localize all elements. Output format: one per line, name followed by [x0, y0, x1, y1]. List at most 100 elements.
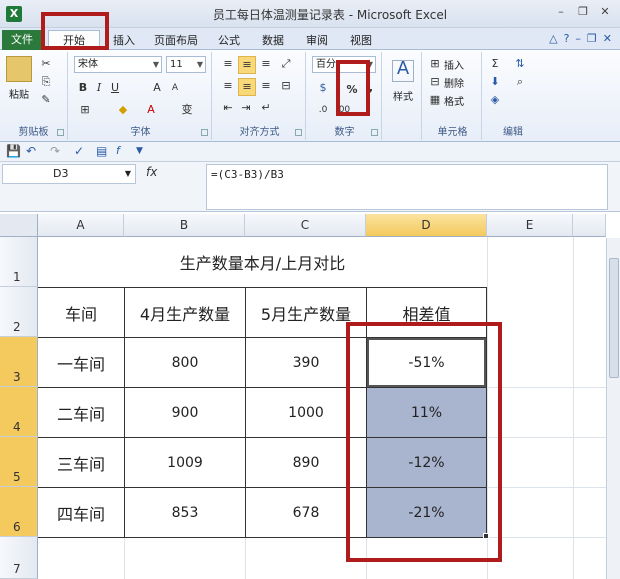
paste-button[interactable]: 粘贴 [4, 86, 34, 101]
header-workshop[interactable]: 车间 [38, 288, 124, 337]
bold-button[interactable]: B [76, 80, 90, 96]
cell-a5[interactable]: 三车间 [38, 438, 124, 487]
clear-icon[interactable]: ◈ [488, 92, 502, 108]
row-header-6[interactable]: 6 [0, 487, 38, 537]
styles-button[interactable]: 样式 [388, 88, 418, 103]
font-size-combo[interactable]: 11 ▼ [166, 56, 206, 73]
alignment-launcher-icon[interactable] [295, 129, 302, 136]
insert-cells-button[interactable]: 插入 [444, 57, 472, 72]
redo-icon[interactable]: ↷ [50, 144, 60, 158]
row-header-7[interactable]: 7 [0, 537, 38, 579]
phonetic-button[interactable]: 变 [178, 102, 196, 118]
name-box[interactable]: D3 ▼ [2, 164, 136, 184]
fill-icon[interactable]: ⬇ [488, 74, 502, 90]
cell-a4[interactable]: 二车间 [38, 388, 124, 437]
tab-view[interactable]: 视图 [344, 31, 378, 50]
tab-review[interactable]: 审阅 [300, 31, 334, 50]
cell-b3[interactable]: 800 [125, 338, 245, 387]
increase-decimal-icon[interactable]: .0 [314, 102, 332, 118]
format-cells-icon[interactable]: ▦ [428, 92, 442, 108]
undo-icon[interactable]: ↶ [26, 144, 36, 158]
save-icon[interactable]: 💾 [6, 144, 21, 158]
column-header-e[interactable]: E [487, 214, 573, 237]
doc-minimize-icon[interactable]: – [575, 32, 581, 45]
column-header-f[interactable] [573, 214, 606, 237]
scroll-thumb[interactable] [609, 258, 619, 378]
border-icon[interactable]: ⊞ [76, 102, 94, 118]
shrink-font-button[interactable]: A [168, 80, 182, 96]
copy-icon[interactable]: ⎘ [38, 74, 54, 90]
italic-button[interactable]: I [92, 80, 106, 96]
header-april[interactable]: 4月生产数量 [125, 288, 245, 337]
formula-input[interactable]: =(C3-B3)/B3 [206, 164, 608, 210]
align-right-icon[interactable]: ≡ [258, 78, 274, 94]
close-icon[interactable]: ✕ [596, 4, 614, 20]
spell-check-icon[interactable]: ✓ [74, 144, 84, 158]
tab-insert[interactable]: 插入 [106, 31, 142, 50]
row-header-4[interactable]: 4 [0, 387, 38, 437]
vertical-scrollbar[interactable] [606, 238, 620, 579]
tab-formulas[interactable]: 公式 [212, 31, 246, 50]
row-header-5[interactable]: 5 [0, 437, 38, 487]
column-header-b[interactable]: B [124, 214, 245, 237]
insert-function-icon[interactable]: fx [146, 165, 157, 179]
fill-color-icon[interactable]: ◆ [114, 102, 132, 118]
print-preview-icon[interactable]: ▤ [96, 144, 107, 158]
cell-a6[interactable]: 四车间 [38, 488, 124, 537]
cut-icon[interactable]: ✂ [38, 56, 54, 72]
minimize-icon[interactable]: – [552, 4, 570, 20]
tab-data[interactable]: 数据 [256, 31, 290, 50]
collapse-ribbon-icon[interactable]: △ [549, 32, 557, 45]
align-bottom-icon[interactable]: ≡ [258, 56, 274, 72]
font-color-icon[interactable]: A [142, 102, 160, 118]
column-header-a[interactable]: A [38, 214, 124, 237]
help-icon[interactable]: ? [564, 32, 570, 45]
increase-indent-icon[interactable]: ⇥ [238, 100, 254, 116]
column-header-d[interactable]: D [366, 214, 487, 237]
column-header-c[interactable]: C [245, 214, 366, 237]
decrease-indent-icon[interactable]: ⇤ [220, 100, 236, 116]
cell-a3[interactable]: 一车间 [38, 338, 124, 387]
orientation-icon[interactable]: ⤢ [278, 56, 294, 72]
merge-center-icon[interactable]: ⊟ [278, 78, 294, 94]
editing-group: Σ ⇅ ⬇ ⌕ ◈ 编辑 [484, 52, 542, 140]
delete-cells-button[interactable]: 删除 [444, 75, 472, 90]
align-left-icon[interactable]: ≡ [220, 78, 236, 94]
font-name-combo[interactable]: 宋体 ▼ [74, 56, 162, 73]
paste-icon[interactable] [6, 56, 32, 82]
select-all-corner[interactable] [0, 214, 38, 237]
find-select-icon[interactable]: ⌕ [512, 74, 528, 90]
cell-b5[interactable]: 1009 [125, 438, 245, 487]
delete-cells-icon[interactable]: ⊟ [428, 74, 442, 90]
tab-file[interactable]: 文件 [2, 30, 42, 50]
insert-cells-icon[interactable]: ⊞ [428, 56, 442, 72]
sort-filter-icon[interactable]: ⇅ [512, 56, 528, 72]
font-launcher-icon[interactable] [201, 129, 208, 136]
cell-b6[interactable]: 853 [125, 488, 245, 537]
clipboard-launcher-icon[interactable] [57, 129, 64, 136]
wrap-text-icon[interactable]: ↵ [258, 100, 274, 116]
tab-page-layout[interactable]: 页面布局 [148, 31, 204, 50]
styles-icon[interactable]: A [392, 60, 414, 82]
align-top-icon[interactable]: ≡ [220, 56, 236, 72]
autosum-button[interactable]: Σ [488, 56, 502, 72]
number-launcher-icon[interactable] [371, 129, 378, 136]
align-center-icon[interactable]: ≡ [238, 78, 256, 96]
customize-qat-icon[interactable]: ▼ [136, 146, 143, 156]
row-header-1[interactable]: 1 [0, 237, 38, 287]
align-middle-icon[interactable]: ≡ [238, 56, 256, 74]
row-header-3[interactable]: 3 [0, 337, 38, 387]
grow-font-button[interactable]: A [150, 80, 164, 96]
function-icon[interactable]: f [116, 144, 120, 157]
underline-button[interactable]: U [108, 80, 122, 96]
row-header-2[interactable]: 2 [0, 287, 38, 337]
doc-restore-icon[interactable]: ❐ [587, 32, 597, 45]
format-cells-button[interactable]: 格式 [444, 93, 472, 108]
sheet-title-cell[interactable]: 生产数量本月/上月对比 [38, 237, 487, 287]
doc-close-icon[interactable]: ✕ [603, 32, 612, 45]
excel-icon[interactable]: X [6, 6, 22, 22]
restore-icon[interactable]: ❐ [574, 4, 592, 20]
accounting-format-icon[interactable]: $ [314, 80, 332, 96]
format-painter-icon[interactable]: ✎ [38, 92, 54, 108]
cell-b4[interactable]: 900 [125, 388, 245, 437]
